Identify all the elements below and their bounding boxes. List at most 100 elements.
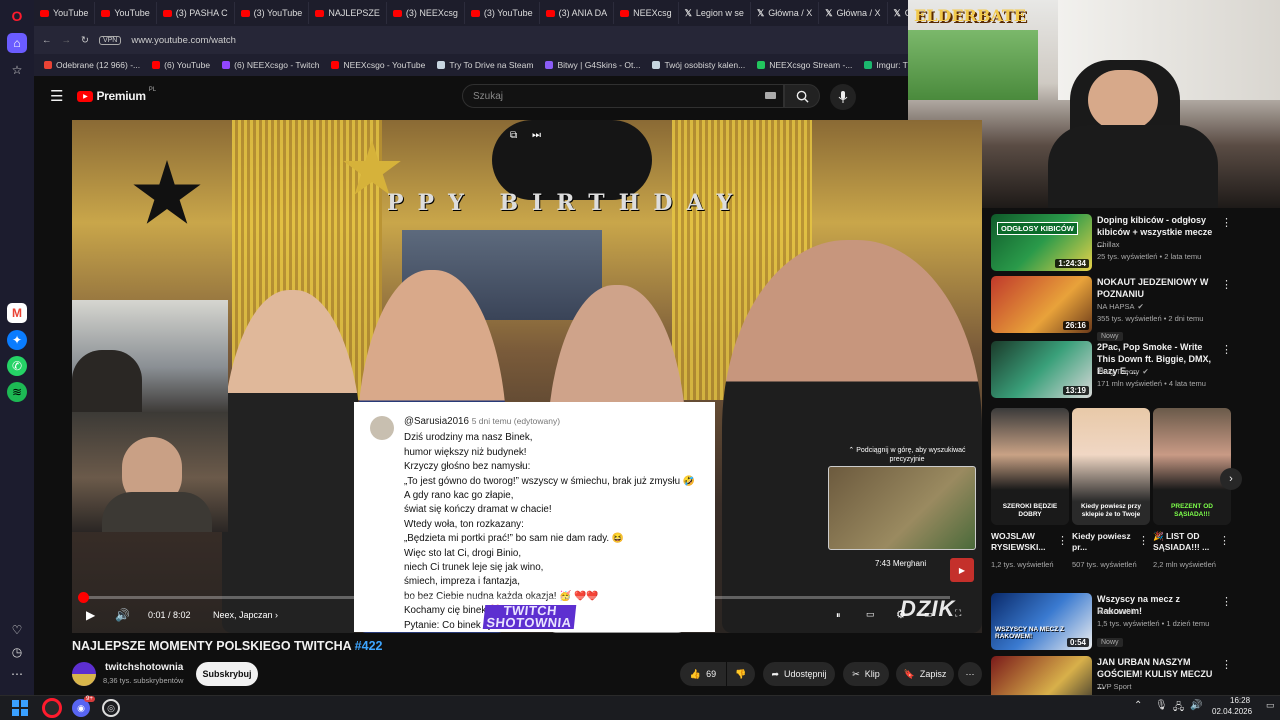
browser-tab[interactable]: (3) PASHA C	[157, 2, 235, 24]
play-icon[interactable]: ▶	[86, 608, 95, 622]
browser-tab[interactable]: (3) YouTube	[465, 2, 540, 24]
more-options-icon[interactable]: ⋮	[1057, 534, 1068, 547]
bookmark-item[interactable]: (6) YouTube	[152, 60, 210, 70]
star-icon[interactable]: ☆	[7, 60, 27, 80]
obs-taskbar-icon[interactable]: ◎	[102, 699, 120, 717]
autoplay-toggle[interactable]: ⏸	[836, 610, 841, 621]
video-hashtag[interactable]: #422	[355, 639, 383, 653]
recommended-video[interactable]: 26:16 NOKAUT JEDZENIOWY W POZNANIU NA HAPS…	[991, 276, 1280, 341]
short-thumbnail[interactable]: Kiedy powiesz przy sklepie że to Twoje	[1072, 408, 1150, 525]
video-thumbnail[interactable]: 13:19	[991, 341, 1092, 398]
video-thumbnail[interactable]: WSZYSCY NA MECZ Z RAKOWEM! 0:54	[991, 593, 1092, 650]
short-thumbnail[interactable]: SZEROKI BĘDZIE DOBRY	[991, 408, 1069, 525]
bookmark-item[interactable]: Odebrane (12 966) -...	[44, 60, 140, 70]
recommended-video[interactable]: 13:19 2Pac, Pop Smoke - Write This Down f…	[991, 341, 1280, 401]
short-thumbnail[interactable]: PREZENT OD SĄSIADA!!!	[1153, 408, 1231, 525]
channel-name[interactable]: TVP Sport	[1097, 682, 1131, 691]
video-thumbnail[interactable]: 26:16	[991, 276, 1092, 333]
miniplayer-icon[interactable]: ⧉	[510, 130, 517, 141]
recommended-video[interactable]: ODGŁOSY KIBICÓW 1:24:34 Doping kibiców - o…	[991, 214, 1280, 274]
video-title[interactable]: NOKAUT JEDZENIOWY W POZNANIU	[1097, 276, 1217, 300]
browser-tab[interactable]: YouTube	[95, 2, 157, 24]
browser-tab[interactable]: 𝕏Główna / X	[888, 2, 908, 24]
messenger-icon[interactable]: ✦	[7, 330, 27, 350]
notifications-icon[interactable]: ▭	[1266, 700, 1275, 711]
more-options-icon[interactable]: ⋮	[1221, 216, 1232, 229]
bookmark-item[interactable]: Bitwy | G4Skins - Ot...	[545, 60, 640, 70]
bookmark-item[interactable]: Twój osobisty kalen...	[652, 60, 745, 70]
history-icon[interactable]: ◷	[7, 642, 27, 662]
bookmark-item[interactable]: Try To Drive na Steam	[437, 60, 533, 70]
tray-chevron-icon[interactable]: ⌃	[1134, 700, 1142, 711]
gmail-icon[interactable]: M	[7, 303, 27, 323]
browser-tab[interactable]: 𝕏Główna / X	[751, 2, 820, 24]
dislike-button[interactable]: 👎	[727, 662, 755, 686]
spotify-icon[interactable]: ≋	[7, 382, 27, 402]
save-button[interactable]: 🔖 Zapisz	[896, 662, 954, 686]
windows-start-icon[interactable]	[12, 700, 28, 716]
browser-tab[interactable]: 𝕏 Legion w se	[679, 2, 751, 24]
channel-name[interactable]: Thug Theory ✔	[1097, 367, 1149, 376]
tray-mic-icon[interactable]: 🎙	[1155, 700, 1168, 711]
progress-bar[interactable]	[78, 592, 950, 603]
short-title[interactable]: WOJSLAW RYSIEWSKI...	[991, 531, 1066, 553]
channel-name[interactable]: Motor Lublin	[1097, 607, 1138, 616]
menu-icon[interactable]: ☰	[50, 87, 63, 105]
channel-watermark-icon[interactable]: ▶	[950, 558, 974, 582]
short-title[interactable]: 🎉 LIST OD SĄSIADA!!! ...	[1153, 531, 1228, 553]
more-options-icon[interactable]: ⋮	[1138, 534, 1149, 547]
subscribe-button[interactable]: Subskrybuj	[196, 662, 258, 686]
bookmark-item[interactable]: NEEXcsgo Stream -...	[757, 60, 852, 70]
like-button[interactable]: 👍 69	[680, 662, 726, 686]
opera-logo-icon[interactable]: O	[7, 6, 27, 26]
short-title[interactable]: Kiedy powiesz pr...	[1072, 531, 1147, 553]
progress-knob[interactable]	[78, 592, 89, 603]
skip-ad-icon[interactable]: ⏭	[532, 130, 541, 141]
forward-icon[interactable]: →	[62, 35, 72, 46]
search-button[interactable]	[784, 84, 820, 108]
video-thumbnail[interactable]: ODGŁOSY KIBICÓW 1:24:34	[991, 214, 1092, 271]
recommended-video[interactable]: WSZYSCY NA MECZ Z RAKOWEM! 0:54 Wszyscy na…	[991, 593, 1280, 653]
heart-icon[interactable]: ♡	[7, 620, 27, 640]
clock-time[interactable]: 16:28	[1230, 696, 1250, 705]
browser-tab[interactable]: NAJLEPSZE	[309, 2, 387, 24]
more-options-icon[interactable]: ⋮	[1219, 534, 1230, 547]
browser-tab[interactable]: (3) YouTube	[235, 2, 310, 24]
tray-volume-icon[interactable]: 🔊	[1190, 700, 1202, 711]
more-options-icon[interactable]: ⋮	[1221, 595, 1232, 608]
volume-icon[interactable]: 🔊	[115, 608, 130, 622]
shorts-next-button[interactable]: ›	[1220, 468, 1242, 490]
youtube-logo[interactable]: ▶ Premium PL	[77, 87, 156, 103]
bookmark-item[interactable]: NEEXcsgo - YouTube	[331, 60, 425, 70]
more-options-icon[interactable]: ⋮	[1221, 658, 1232, 671]
share-button[interactable]: ➦ Udostępnij	[763, 662, 835, 686]
voice-search-button[interactable]	[830, 84, 856, 110]
channel-name[interactable]: Chillax	[1097, 240, 1120, 249]
chapter-title[interactable]: Neex, Japczan ›	[213, 610, 278, 620]
browser-tab[interactable]: (3) NEEXcsg	[387, 2, 465, 24]
tray-network-icon[interactable]: 🖧	[1173, 700, 1184, 717]
keyboard-icon[interactable]	[765, 92, 776, 99]
browser-tab[interactable]: 𝕏Główna / X	[819, 2, 888, 24]
channel-name[interactable]: NA HAPSA ✔	[1097, 302, 1144, 311]
clock-date[interactable]: 02.04.2026	[1212, 707, 1252, 716]
search-input[interactable]: Szukaj	[462, 84, 784, 108]
bookmark-item[interactable]: (6) NEEXcsgo - Twitch	[222, 60, 319, 70]
more-icon[interactable]: ⋯	[7, 664, 27, 684]
clip-button[interactable]: ✂ Klip	[843, 662, 889, 686]
url-field[interactable]: www.youtube.com/watch	[131, 35, 236, 46]
whatsapp-icon[interactable]: ✆	[7, 356, 27, 376]
browser-tab[interactable]: NEEXcsg	[614, 2, 679, 24]
vpn-badge[interactable]: VPN	[98, 35, 122, 45]
browser-tab[interactable]: YouTube	[34, 2, 96, 24]
more-options-icon[interactable]: ⋮	[1221, 278, 1232, 291]
subtitles-icon[interactable]: ▭	[866, 609, 875, 620]
opera-taskbar-icon[interactable]	[42, 698, 62, 718]
home-icon[interactable]: ⌂	[7, 33, 27, 53]
channel-name[interactable]: twitchshotownia	[105, 662, 183, 673]
more-options-icon[interactable]: ⋮	[1221, 343, 1232, 356]
settings-icon[interactable]: ⚙	[896, 608, 906, 621]
theater-mode-icon[interactable]: ▭	[924, 609, 933, 620]
back-icon[interactable]: ←	[42, 35, 52, 46]
more-actions-button[interactable]: ⋯	[958, 662, 982, 686]
